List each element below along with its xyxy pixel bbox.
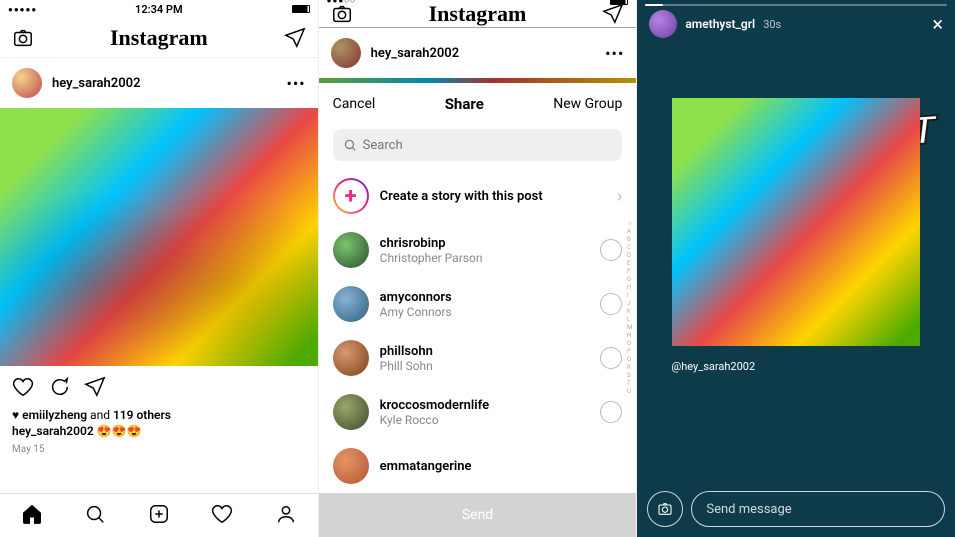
post-header: hey_sarah2002 ••• bbox=[0, 58, 318, 108]
avatar bbox=[333, 340, 369, 376]
clock: 12:34 PM bbox=[135, 3, 183, 16]
embedded-post[interactable] bbox=[672, 98, 920, 346]
story-header: amethyst_grl 30s × bbox=[637, 0, 955, 48]
chevron-right-icon: › bbox=[617, 186, 622, 207]
mention-tag[interactable]: @hey_sarah2002 bbox=[671, 360, 755, 373]
post-header: hey_sarah2002 ••• bbox=[319, 28, 637, 78]
radio-select[interactable] bbox=[600, 239, 622, 261]
new-group-button[interactable]: New Group bbox=[553, 96, 622, 112]
post-date: May 15 bbox=[0, 440, 318, 459]
avatar[interactable] bbox=[649, 10, 677, 38]
story-footer: Send message bbox=[637, 481, 955, 537]
contact-row[interactable]: kroccosmodernlifeKyle Rocco bbox=[319, 385, 637, 439]
contact-row[interactable]: phillsohnPhill Sohn bbox=[319, 331, 637, 385]
feed-header: Instagram bbox=[0, 18, 318, 58]
share-title: Share bbox=[445, 95, 484, 113]
avatar[interactable] bbox=[12, 68, 42, 98]
send-button[interactable]: Send bbox=[319, 493, 637, 537]
avatar bbox=[333, 394, 369, 430]
post-image[interactable] bbox=[0, 108, 318, 366]
like-icon[interactable] bbox=[12, 376, 34, 402]
share-header: Cancel Share New Group bbox=[319, 83, 637, 125]
post-actions bbox=[0, 366, 318, 408]
story-time: 30s bbox=[763, 18, 781, 31]
tab-home[interactable] bbox=[21, 503, 43, 529]
radio-select[interactable] bbox=[600, 347, 622, 369]
close-icon[interactable]: × bbox=[932, 12, 943, 36]
avatar bbox=[331, 38, 361, 68]
add-story-icon: + bbox=[333, 178, 369, 214]
battery-icon bbox=[292, 5, 310, 13]
instagram-logo: Instagram bbox=[110, 25, 208, 51]
tab-profile[interactable] bbox=[275, 503, 297, 529]
search-icon bbox=[343, 138, 357, 152]
story-username[interactable]: amethyst_grl bbox=[685, 17, 755, 31]
feed-header-dimmed: Instagram bbox=[319, 1, 637, 28]
avatar bbox=[333, 232, 369, 268]
radio-select[interactable] bbox=[600, 401, 622, 423]
story-canvas[interactable]: WANT @hey_sarah2002 bbox=[637, 48, 955, 481]
contact-row[interactable]: amyconnorsAmy Connors bbox=[319, 277, 637, 331]
more-icon[interactable]: ••• bbox=[286, 74, 305, 93]
search-input[interactable]: Search bbox=[333, 129, 623, 161]
direct-icon[interactable] bbox=[284, 27, 306, 49]
direct-icon bbox=[602, 3, 624, 25]
signal-dots-icon: ●●●●● bbox=[8, 5, 37, 14]
share-sheet: Cancel Share New Group Search + Create a… bbox=[319, 83, 637, 537]
likes-line[interactable]: ♥ emiilyzheng and 119 others bbox=[0, 408, 318, 422]
caption: hey_sarah2002 😍😍😍 bbox=[0, 422, 318, 440]
status-bar: ●●●●● 12:34 PM bbox=[0, 0, 318, 18]
username[interactable]: hey_sarah2002 bbox=[52, 76, 276, 91]
tab-activity[interactable] bbox=[211, 503, 233, 529]
avatar bbox=[333, 448, 369, 484]
message-input[interactable]: Send message bbox=[691, 491, 945, 527]
username: hey_sarah2002 bbox=[371, 46, 595, 61]
tab-add[interactable] bbox=[148, 503, 170, 529]
camera-icon bbox=[331, 3, 353, 25]
feed-screen: ●●●●● 12:34 PM Instagram hey_sarah2002 •… bbox=[0, 0, 319, 537]
share-icon[interactable] bbox=[84, 376, 106, 402]
camera-button[interactable] bbox=[647, 491, 683, 527]
contact-row[interactable]: chrisrobinpChristopher Parson bbox=[319, 223, 637, 277]
share-screen: ●●●○○ Instagram hey_sarah2002 ••• Cancel… bbox=[319, 0, 638, 537]
radio-select[interactable] bbox=[600, 293, 622, 315]
camera-icon[interactable] bbox=[12, 27, 34, 49]
index-scroll[interactable]: ☆ABCDEFGHIJKLMNOPQRSTU bbox=[627, 220, 632, 396]
tab-bar bbox=[0, 493, 318, 537]
avatar bbox=[333, 286, 369, 322]
more-icon: ••• bbox=[605, 44, 624, 63]
comment-icon[interactable] bbox=[48, 376, 70, 402]
story-screen: amethyst_grl 30s × WANT @hey_sarah2002 S… bbox=[637, 0, 955, 537]
instagram-logo: Instagram bbox=[429, 1, 527, 27]
cancel-button[interactable]: Cancel bbox=[333, 96, 376, 112]
contact-row[interactable]: emmatangerine bbox=[319, 439, 637, 493]
create-story-row[interactable]: + Create a story with this post › bbox=[319, 169, 637, 223]
story-progress bbox=[645, 4, 947, 6]
tab-search[interactable] bbox=[84, 503, 106, 529]
